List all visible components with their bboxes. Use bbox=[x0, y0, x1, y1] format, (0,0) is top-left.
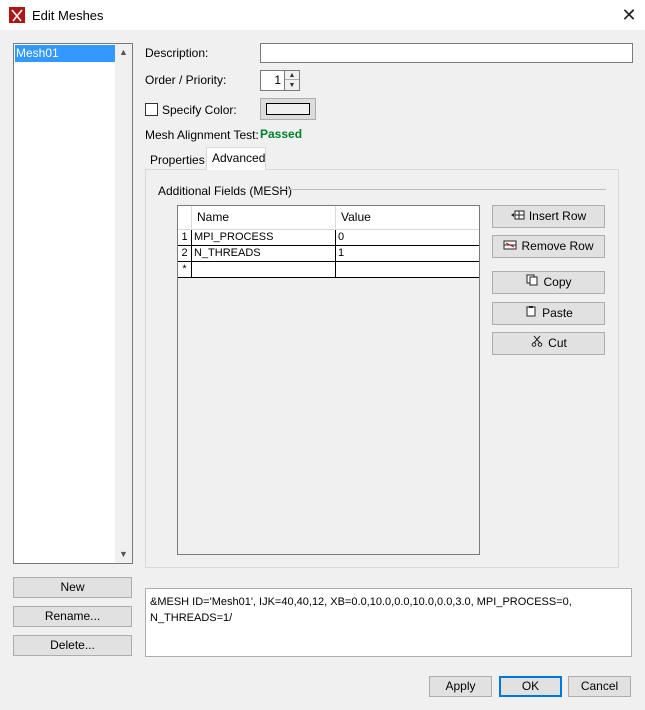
additional-fields-label: Additional Fields (MESH) bbox=[158, 184, 293, 198]
window-title: Edit Meshes bbox=[32, 8, 104, 23]
cut-label: Cut bbox=[548, 336, 567, 350]
name-cell[interactable]: MPI_PROCESS bbox=[193, 230, 336, 245]
close-icon[interactable]: ✕ bbox=[619, 4, 639, 26]
group-divider bbox=[278, 189, 606, 190]
apply-button[interactable]: Apply bbox=[429, 676, 492, 697]
table-row[interactable]: 1 MPI_PROCESS 0 bbox=[178, 230, 479, 246]
paste-button[interactable]: Paste bbox=[492, 302, 605, 325]
tab-advanced[interactable]: Advanced bbox=[206, 147, 266, 170]
title-bar: Edit Meshes ✕ bbox=[0, 0, 645, 31]
name-cell[interactable]: N_THREADS bbox=[193, 246, 336, 261]
table-row-new[interactable]: * bbox=[178, 262, 479, 278]
spinner-up-icon[interactable]: ▲ bbox=[285, 71, 299, 80]
row-number: 1 bbox=[178, 230, 192, 245]
value-cell[interactable] bbox=[337, 262, 479, 277]
column-header-name[interactable]: Name bbox=[193, 206, 336, 229]
insert-row-icon bbox=[510, 207, 525, 228]
namelist-line-2: N_THREADS=1/ bbox=[150, 612, 233, 624]
order-priority-label: Order / Priority: bbox=[145, 73, 227, 87]
remove-row-icon bbox=[503, 237, 517, 258]
insert-row-button[interactable]: Insert Row bbox=[492, 205, 605, 228]
tab-properties[interactable]: Properties bbox=[145, 150, 207, 172]
cut-button[interactable]: Cut bbox=[492, 332, 605, 355]
description-field[interactable] bbox=[260, 43, 633, 63]
mesh-list-item[interactable]: Mesh01 bbox=[15, 45, 116, 62]
namelist-line-1: &MESH ID='Mesh01', IJK=40,40,12, XB=0.0,… bbox=[150, 596, 572, 608]
mesh-list[interactable]: Mesh01 ▲ ▼ bbox=[13, 43, 133, 564]
paste-icon bbox=[524, 304, 538, 325]
paste-label: Paste bbox=[542, 306, 573, 320]
mesh-list-scrollbar[interactable]: ▲ ▼ bbox=[115, 44, 132, 563]
namelist-output[interactable]: &MESH ID='Mesh01', IJK=40,40,12, XB=0.0,… bbox=[145, 588, 632, 657]
column-separator bbox=[335, 206, 336, 229]
remove-row-button[interactable]: Remove Row bbox=[492, 235, 605, 258]
order-priority-input[interactable]: 1 bbox=[260, 70, 285, 91]
ok-button[interactable]: OK bbox=[499, 676, 562, 697]
value-cell[interactable]: 0 bbox=[337, 230, 479, 245]
delete-button[interactable]: Delete... bbox=[13, 635, 132, 656]
scissors-icon bbox=[530, 334, 544, 355]
new-button[interactable]: New bbox=[13, 577, 132, 598]
table-row[interactable]: 2 N_THREADS 1 bbox=[178, 246, 479, 262]
specify-color-checkbox[interactable] bbox=[145, 103, 158, 116]
scroll-down-icon[interactable]: ▼ bbox=[115, 546, 132, 563]
copy-icon bbox=[525, 273, 539, 294]
alignment-test-label: Mesh Alignment Test: bbox=[145, 128, 259, 142]
additional-fields-table[interactable]: Name Value 1 MPI_PROCESS 0 2 N_THREADS 1… bbox=[177, 205, 480, 555]
description-label: Description: bbox=[145, 46, 209, 60]
insert-row-label: Insert Row bbox=[528, 209, 587, 223]
color-swatch bbox=[266, 103, 310, 115]
value-cell[interactable]: 1 bbox=[337, 246, 479, 261]
color-picker-button[interactable] bbox=[260, 98, 316, 120]
table-header: Name Value bbox=[178, 206, 479, 230]
column-header-value[interactable]: Value bbox=[337, 206, 479, 229]
specify-color-label: Specify Color: bbox=[162, 103, 237, 117]
row-number: 2 bbox=[178, 246, 192, 261]
scroll-up-icon[interactable]: ▲ bbox=[115, 44, 132, 61]
rename-button[interactable]: Rename... bbox=[13, 606, 132, 627]
new-row-marker: * bbox=[178, 262, 192, 277]
cancel-button[interactable]: Cancel bbox=[568, 676, 631, 697]
spinner-down-icon[interactable]: ▼ bbox=[285, 81, 299, 90]
alignment-status: Passed bbox=[260, 127, 303, 141]
remove-row-label: Remove Row bbox=[521, 239, 594, 253]
copy-label: Copy bbox=[543, 275, 572, 289]
table-corner bbox=[178, 206, 192, 229]
order-priority-spinner[interactable]: ▲ ▼ bbox=[284, 70, 300, 91]
copy-button[interactable]: Copy bbox=[492, 271, 605, 294]
app-icon bbox=[9, 7, 25, 23]
name-cell[interactable] bbox=[193, 262, 336, 277]
